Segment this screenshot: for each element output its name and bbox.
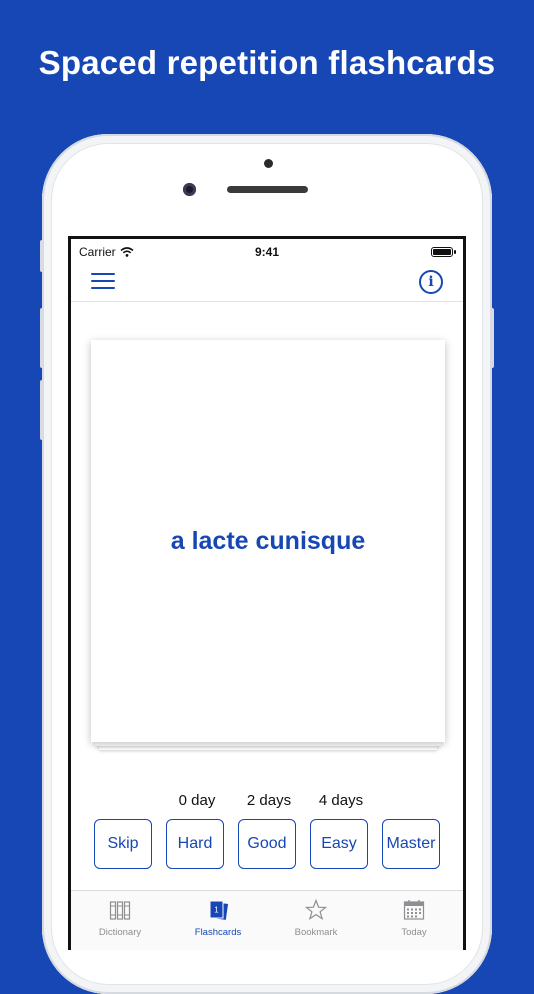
mute-switch — [40, 240, 44, 272]
tab-label: Flashcards — [194, 927, 242, 938]
front-camera — [183, 183, 196, 196]
tab-bookmark[interactable]: Bookmark — [267, 891, 365, 950]
flashcard[interactable]: a lacte cunisque — [91, 340, 445, 742]
star-icon — [305, 899, 327, 920]
info-icon[interactable]: i — [419, 270, 443, 294]
easy-button[interactable]: Easy — [310, 819, 368, 869]
interval-easy: 4 days — [318, 792, 364, 809]
headline: Spaced repetition flashcards — [38, 44, 496, 81]
skip-button[interactable]: Skip — [94, 819, 152, 869]
tab-label: Bookmark — [294, 927, 338, 938]
tab-dictionary[interactable]: Dictionary — [71, 891, 169, 950]
good-button[interactable]: Good — [238, 819, 296, 869]
status-time: 9:41 — [254, 245, 280, 259]
flashcards-icon: 1 — [209, 900, 229, 920]
power-button — [490, 308, 494, 368]
master-button[interactable]: Master — [382, 819, 440, 869]
flashcard-count-badge: 1 — [214, 906, 219, 915]
volume-up-button — [40, 308, 44, 368]
hard-button[interactable]: Hard — [166, 819, 224, 869]
earpiece-speaker — [227, 186, 308, 193]
volume-down-button — [40, 380, 44, 440]
flashcard-word: a lacte cunisque — [170, 526, 366, 555]
tab-bar: Dictionary 1 Flashcards Bookmark Today — [71, 890, 463, 950]
books-icon — [109, 901, 131, 920]
nav-bar: i — [71, 263, 463, 302]
calendar-icon — [403, 900, 425, 920]
status-bar: Carrier 9:41 — [71, 243, 463, 261]
interval-good: 2 days — [246, 792, 292, 809]
proximity-sensor — [264, 159, 273, 168]
tab-today[interactable]: Today — [365, 891, 463, 950]
app-screen: Carrier 9:41 i a lacte cunisque 0 day 2 … — [68, 236, 466, 950]
tab-flashcards[interactable]: 1 Flashcards — [169, 891, 267, 950]
interval-row: 0 day 2 days 4 days — [71, 792, 463, 812]
tab-label: Today — [401, 927, 427, 938]
menu-icon[interactable] — [91, 271, 117, 291]
battery-icon — [431, 247, 456, 257]
tab-label: Dictionary — [98, 927, 142, 938]
interval-hard: 0 day — [178, 792, 216, 809]
